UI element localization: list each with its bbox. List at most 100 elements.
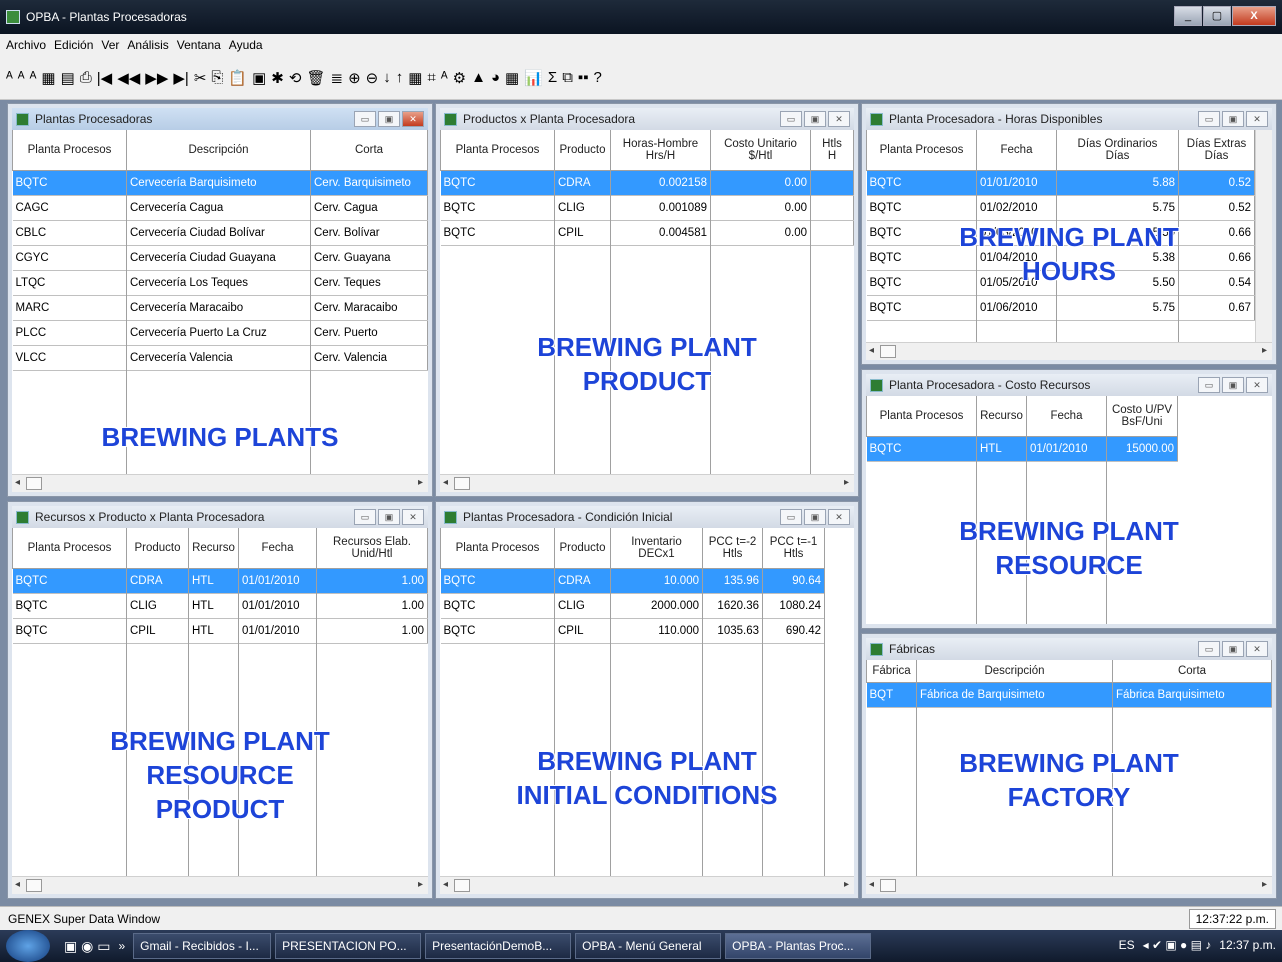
table-cell[interactable]: 5.50 (1056, 220, 1179, 246)
close-button[interactable]: ✕ (402, 509, 424, 525)
table-cell[interactable]: HTL (188, 618, 239, 644)
language-indicator[interactable]: ES (1119, 938, 1135, 952)
table-cell[interactable]: BQTC (440, 195, 555, 221)
undo-icon[interactable]: ⟲ (289, 69, 302, 87)
minimize-button[interactable]: ▭ (780, 111, 802, 127)
table-cell[interactable]: 01/06/2010 (976, 295, 1057, 321)
window-caption[interactable]: Recursos x Producto x Planta Procesadora… (12, 506, 428, 528)
table-cell[interactable]: CDRA (554, 170, 611, 196)
table-row[interactable]: BQTC 01/06/2010 5.75 0.67 (866, 295, 1255, 321)
new-icon[interactable]: ▣ (252, 69, 266, 87)
table-row[interactable]: BQTC 01/05/2010 5.50 0.54 (866, 270, 1255, 296)
menu-archivo[interactable]: Archivo (6, 38, 46, 52)
cut-icon[interactable]: ✂ (194, 69, 207, 87)
window-fabricas[interactable]: Fábricas ▭ ▣ ✕ Fábrica Descripción Corta BQT F… (861, 633, 1277, 899)
column-header[interactable]: Inventario DECx1 (610, 528, 703, 569)
close-button[interactable]: X (1232, 6, 1276, 26)
table-cell[interactable]: Cervecería Ciudad Guayana (126, 245, 311, 271)
prev-record-icon[interactable]: ◀◀ (117, 69, 140, 87)
table-cell[interactable]: 1.00 (316, 568, 428, 594)
table-cell[interactable]: BQTC (440, 568, 555, 594)
window-costo-recursos[interactable]: Planta Procesadora - Costo Recursos ▭ ▣ ✕ … (861, 369, 1277, 629)
maximize-button[interactable]: ▣ (804, 509, 826, 525)
table-cell[interactable] (810, 220, 854, 246)
form-icon[interactable]: ▤ (61, 69, 75, 87)
maximize-button[interactable]: ▣ (804, 111, 826, 127)
table-row[interactable]: PLCC Cervecería Puerto La Cruz Cerv. Puert… (12, 320, 428, 346)
window-caption[interactable]: Plantas Procesadora - Condición Inicial … (440, 506, 854, 528)
minimize-button[interactable]: ▭ (1198, 641, 1220, 657)
table-cell[interactable]: 1035.63 (702, 618, 763, 644)
table-cell[interactable]: HTL (188, 593, 239, 619)
table-cell[interactable] (810, 170, 854, 196)
data-grid[interactable]: Planta Procesos Fecha Días Ordinarios Días… (866, 130, 1255, 342)
minimize-button[interactable]: ▭ (354, 111, 376, 127)
maximize-button[interactable]: ▣ (1222, 377, 1244, 393)
table-cell[interactable]: BQTC (866, 195, 977, 221)
column-header[interactable]: Producto (554, 528, 611, 569)
data-grid[interactable]: Planta Procesos Producto Inventario DECx1 P… (440, 528, 854, 876)
table-cell[interactable]: 01/01/2010 (1026, 436, 1107, 462)
data-grid[interactable]: Planta Procesos Descripción Corta BQTC Cerve… (12, 130, 428, 474)
table-row[interactable]: BQTC CLIG 2000.000 1620.36 1080.24 (440, 593, 855, 619)
close-button[interactable]: ✕ (1246, 641, 1268, 657)
horizontal-scrollbar[interactable]: ◂ ▸ (12, 474, 428, 492)
table-cell[interactable]: MARC (12, 295, 127, 321)
calc-icon[interactable]: ▦ (505, 69, 519, 87)
table-cell[interactable]: 0.52 (1178, 170, 1255, 196)
horizontal-scrollbar[interactable]: ◂ ▸ (440, 876, 854, 894)
maximize-button[interactable]: ▣ (1222, 641, 1244, 657)
window-horas-disponibles[interactable]: Planta Procesadora - Horas Disponibles ▭… (861, 103, 1277, 365)
column-header[interactable]: Corta (1112, 660, 1272, 683)
last-record-icon[interactable]: ▶| (173, 69, 188, 87)
table-cell[interactable]: 0.00 (710, 220, 811, 246)
taskbar-item-gmail[interactable]: Gmail - Recibidos - I... (133, 933, 272, 959)
table-cell[interactable]: 135.96 (702, 568, 763, 594)
horizontal-scrollbar[interactable]: ◂ ▸ (866, 342, 1272, 360)
taskbar-chevron[interactable]: » (118, 939, 125, 953)
table-cell[interactable]: Cerv. Teques (310, 270, 428, 296)
column-header[interactable]: Planta Procesos (866, 396, 977, 437)
column-header[interactable]: Planta Procesos (866, 130, 977, 171)
horizontal-scrollbar[interactable]: ◂ ▸ (12, 876, 428, 894)
filter-remove-icon[interactable]: ᴬ (30, 69, 37, 86)
table-cell[interactable]: 01/04/2010 (976, 245, 1057, 271)
table-cell[interactable]: 15000.00 (1106, 436, 1178, 462)
table-row[interactable]: BQTC 01/04/2010 5.38 0.66 (866, 245, 1255, 271)
table-cell[interactable]: HTL (976, 436, 1027, 462)
table-cell[interactable]: BQTC (866, 220, 977, 246)
window-recursos-producto[interactable]: Recursos x Producto x Planta Procesadora… (7, 501, 433, 899)
column-header[interactable]: Descripción (916, 660, 1113, 683)
table-cell[interactable]: CDRA (554, 568, 611, 594)
table-cell[interactable]: Cervecería Valencia (126, 345, 311, 371)
table-cell[interactable]: BQTC (12, 593, 127, 619)
bar-chart-icon[interactable]: ▲ (471, 69, 486, 86)
table-cell[interactable]: 0.004581 (610, 220, 711, 246)
column-header[interactable]: Htls H (810, 130, 854, 171)
table-icon[interactable]: ▦ (408, 69, 422, 87)
close-button[interactable]: ✕ (828, 509, 850, 525)
column-header[interactable]: Horas-Hombre Hrs/H (610, 130, 711, 171)
table-cell[interactable]: BQTC (12, 170, 127, 196)
table-cell[interactable]: HTL (188, 568, 239, 594)
column-header[interactable]: PCC t=-1 Htls (762, 528, 825, 569)
window-caption[interactable]: Plantas Procesadoras ▭ ▣ ✕ (12, 108, 428, 130)
table-cell[interactable]: CAGC (12, 195, 127, 221)
table-row[interactable]: CGYC Cervecería Ciudad Guayana Cerv. Guaya… (12, 245, 428, 271)
table-cell[interactable]: 1.00 (316, 593, 428, 619)
table-row[interactable]: BQTC CPIL 0.004581 0.00 (440, 220, 854, 246)
table-cell[interactable]: LTQC (12, 270, 127, 296)
table-cell[interactable]: Cerv. Puerto (310, 320, 428, 346)
zoom-out-icon[interactable]: ⊖ (366, 69, 379, 87)
table-cell[interactable]: CPIL (554, 618, 611, 644)
table-row[interactable]: VLCC Cervecería Valencia Cerv. Valencia (12, 345, 428, 371)
table-row[interactable]: BQTC CPIL HTL 01/01/2010 1.00 (12, 618, 428, 644)
column-header[interactable]: Recurso (188, 528, 239, 569)
table-cell[interactable]: PLCC (12, 320, 127, 346)
table-cell[interactable]: BQTC (12, 618, 127, 644)
window-caption[interactable]: Productos x Planta Procesadora ▭ ▣ ✕ (440, 108, 854, 130)
column-header[interactable]: Producto (554, 130, 611, 171)
column-header[interactable]: Descripción (126, 130, 311, 171)
sum-icon[interactable]: Σ (548, 69, 557, 86)
table-cell[interactable]: 0.54 (1178, 270, 1255, 296)
